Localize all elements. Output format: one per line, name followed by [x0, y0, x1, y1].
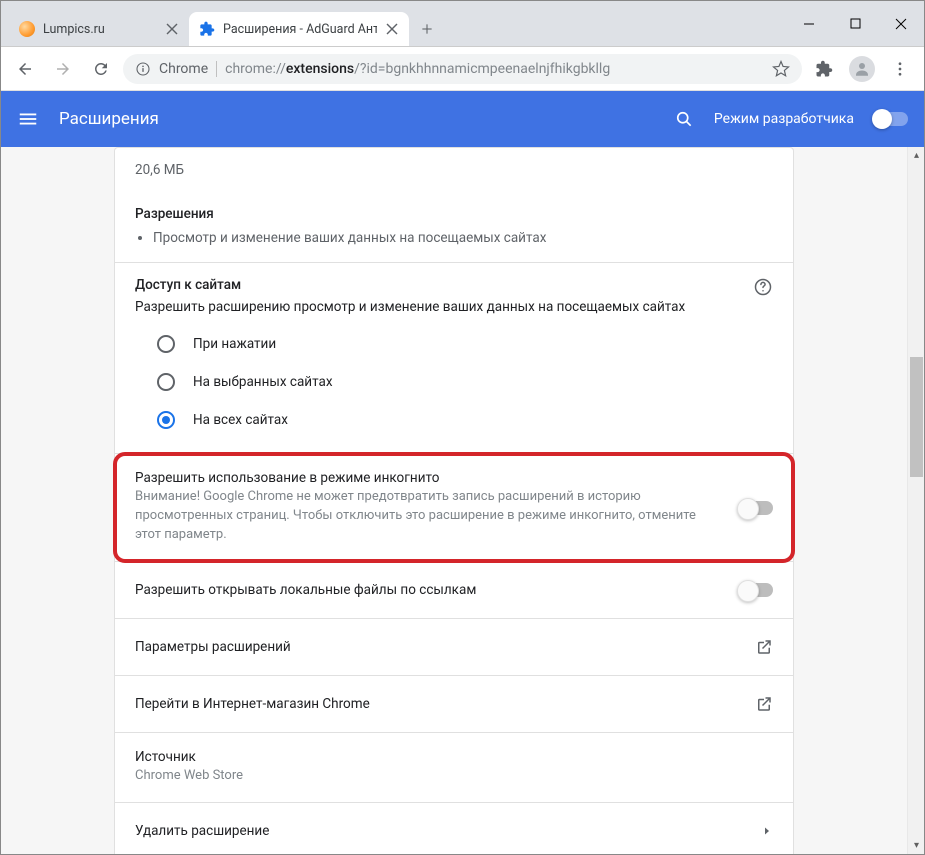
- chevron-right-icon: [761, 825, 773, 837]
- scroll-down-arrow[interactable]: ▾: [908, 837, 924, 854]
- new-tab-button[interactable]: [413, 15, 441, 43]
- radio-label: На всех сайтах: [193, 412, 288, 428]
- avatar-icon: [849, 56, 875, 82]
- allow-incognito-title: Разрешить использование в режиме инкогни…: [135, 470, 723, 486]
- browser-tab-lumpics[interactable]: Lumpics.ru: [9, 12, 189, 46]
- window-maximize-button[interactable]: [832, 1, 878, 47]
- radio-label: При нажатии: [193, 336, 276, 352]
- site-info-icon[interactable]: [135, 61, 151, 77]
- allow-file-urls-toggle[interactable]: [739, 583, 773, 597]
- address-bar[interactable]: Chrome chrome://extensions/?id=bgnkhhnna…: [123, 54, 802, 84]
- hamburger-menu-icon[interactable]: [17, 108, 39, 130]
- window-titlebar: Lumpics.ru Расширения - AdGuard Антиба: [1, 1, 924, 47]
- extensions-header-title: Расширения: [59, 109, 654, 129]
- tab-title: Lumpics.ru: [43, 22, 157, 37]
- allow-file-urls-row: Разрешить открывать локальные файлы по с…: [115, 562, 793, 618]
- site-access-desc: Разрешить расширению просмотр и изменени…: [135, 299, 773, 315]
- open-in-web-store-row[interactable]: Перейти в Интернет-магазин Chrome: [115, 676, 793, 732]
- reload-button[interactable]: [85, 53, 117, 85]
- extension-details-content: 20,6 МБ Разрешения Просмотр и изменение …: [1, 147, 907, 854]
- window-close-button[interactable]: [878, 1, 924, 47]
- source-value: Chrome Web Store: [135, 767, 773, 786]
- extension-options-row[interactable]: Параметры расширений: [115, 619, 793, 675]
- remove-extension-label: Удалить расширение: [135, 823, 745, 839]
- open-external-icon: [755, 695, 773, 713]
- open-in-web-store-label: Перейти в Интернет-магазин Chrome: [135, 696, 739, 712]
- radio-icon: [157, 335, 175, 353]
- browser-tabs: Lumpics.ru Расширения - AdGuard Антиба: [1, 1, 786, 46]
- radio-icon: [157, 373, 175, 391]
- help-icon[interactable]: [753, 277, 773, 297]
- developer-mode-toggle[interactable]: [874, 112, 908, 126]
- tab-title: Расширения - AdGuard Антиба: [223, 22, 377, 37]
- source-title: Источник: [135, 749, 773, 765]
- search-icon[interactable]: [674, 109, 694, 129]
- radio-on-all-sites[interactable]: На всех сайтах: [157, 401, 773, 439]
- allow-incognito-row: Разрешить использование в режиме инкогни…: [115, 454, 793, 561]
- radio-icon: [157, 411, 175, 429]
- allow-incognito-warning: Внимание! Google Chrome не может предотв…: [135, 488, 723, 545]
- site-access-title: Доступ к сайтам: [135, 277, 773, 293]
- radio-on-specific-sites[interactable]: На выбранных сайтах: [157, 363, 773, 401]
- close-tab-icon[interactable]: [385, 22, 399, 36]
- favicon-lumpics: [19, 21, 35, 37]
- window-minimize-button[interactable]: [786, 1, 832, 47]
- allow-file-urls-label: Разрешить открывать локальные файлы по с…: [135, 582, 723, 598]
- window-controls: [786, 1, 924, 46]
- bookmark-star-icon[interactable]: [772, 60, 790, 78]
- omnibox-separator: [216, 61, 217, 77]
- back-button[interactable]: [9, 53, 41, 85]
- scrollbar-thumb[interactable]: [910, 357, 923, 477]
- open-external-icon: [755, 638, 773, 656]
- extensions-header-bar: Расширения Режим разработчика: [1, 91, 924, 147]
- remove-extension-row[interactable]: Удалить расширение: [115, 803, 793, 854]
- omnibox-url: chrome://extensions/?id=bgnkhhnnamicmpee…: [225, 61, 764, 77]
- permissions-list: Просмотр и изменение ваших данных на пос…: [135, 228, 773, 248]
- omnibox-chip: Chrome: [159, 61, 208, 77]
- forward-button[interactable]: [47, 53, 79, 85]
- permission-item: Просмотр и изменение ваших данных на пос…: [153, 228, 773, 248]
- chrome-menu-button[interactable]: [884, 53, 916, 85]
- vertical-scrollbar[interactable]: ▴ ▾: [907, 147, 924, 854]
- extensions-puzzle-icon[interactable]: [808, 53, 840, 85]
- browser-toolbar: Chrome chrome://extensions/?id=bgnkhhnna…: [1, 47, 924, 91]
- radio-on-click[interactable]: При нажатии: [157, 325, 773, 363]
- permissions-title: Разрешения: [135, 206, 773, 222]
- favicon-extension-icon: [199, 21, 215, 37]
- browser-tab-extensions[interactable]: Расширения - AdGuard Антиба: [189, 12, 409, 46]
- radio-label: На выбранных сайтах: [193, 374, 333, 390]
- developer-mode-label: Режим разработчика: [714, 111, 854, 127]
- profile-avatar-button[interactable]: [846, 53, 878, 85]
- extension-size-value: 20,6 МБ: [135, 162, 773, 178]
- allow-incognito-toggle[interactable]: [739, 501, 773, 515]
- close-tab-icon[interactable]: [165, 22, 179, 36]
- scroll-up-arrow[interactable]: ▴: [908, 147, 924, 164]
- source-row: Источник Chrome Web Store: [115, 733, 793, 802]
- extension-options-label: Параметры расширений: [135, 639, 739, 655]
